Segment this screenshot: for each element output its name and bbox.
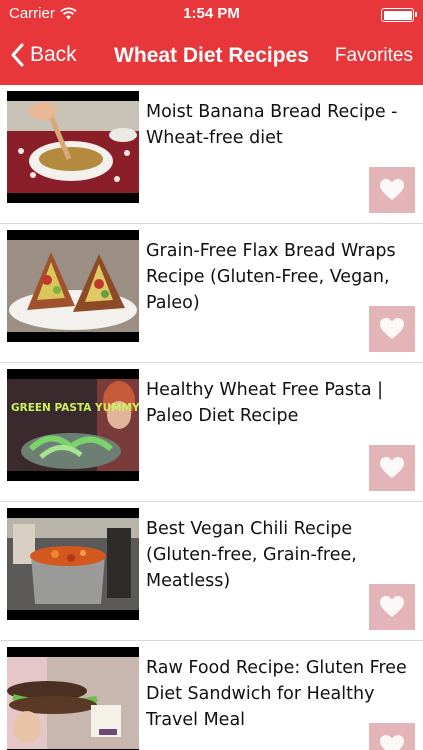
recipe-title: Raw Food Recipe: Gluten Free Diet Sandwi… <box>146 658 407 730</box>
heart-icon <box>380 318 404 339</box>
list-item[interactable]: Moist Banana Bread Recipe - Wheat-free d… <box>0 85 423 224</box>
back-label: Back <box>30 43 77 66</box>
chevron-left-icon <box>11 43 24 67</box>
green-pasta-image: GREEN PASTA YUMMY! <box>7 379 139 471</box>
recipe-thumbnail <box>7 508 139 620</box>
list-item[interactable]: GREEN PASTA YUMMY! Healthy Wheat Free Pa… <box>0 363 423 502</box>
recipe-thumbnail <box>7 647 139 750</box>
heart-icon <box>380 457 404 478</box>
status-bar: Carrier 1:54 PM <box>0 0 423 29</box>
favorites-button[interactable]: Favorites <box>335 45 413 67</box>
recipe-title: Healthy Wheat Free Pasta | Paleo Diet Re… <box>146 380 384 426</box>
recipe-thumbnail <box>7 91 139 203</box>
flax-wrap-image <box>7 240 139 332</box>
list-item[interactable]: Raw Food Recipe: Gluten Free Diet Sandwi… <box>0 641 423 750</box>
list-item[interactable]: Best Vegan Chili Recipe (Gluten-free, Gr… <box>0 502 423 641</box>
banana-bread-image <box>7 101 139 193</box>
recipe-thumbnail: GREEN PASTA YUMMY! <box>7 369 139 481</box>
favorite-button[interactable] <box>369 306 415 352</box>
heart-icon <box>380 179 404 200</box>
recipe-list[interactable]: Moist Banana Bread Recipe - Wheat-free d… <box>0 85 423 750</box>
thumb-text: GREEN PASTA YUMMY! <box>11 402 139 414</box>
heart-icon <box>380 596 404 617</box>
vegan-chili-image <box>7 518 139 610</box>
heart-icon <box>380 735 404 750</box>
favorite-button[interactable] <box>369 723 415 750</box>
back-button[interactable]: Back <box>10 43 77 67</box>
recipe-title: Grain-Free Flax Bread Wraps Recipe (Glut… <box>146 241 396 313</box>
recipe-title: Best Vegan Chili Recipe (Gluten-free, Gr… <box>146 519 357 591</box>
raw-sandwich-image <box>7 657 139 749</box>
status-time: 1:54 PM <box>183 5 240 22</box>
favorite-button[interactable] <box>369 445 415 491</box>
recipe-thumbnail <box>7 230 139 342</box>
battery-icon <box>381 8 417 22</box>
favorite-button[interactable] <box>369 584 415 630</box>
favorite-button[interactable] <box>369 167 415 213</box>
recipe-title: Moist Banana Bread Recipe - Wheat-free d… <box>146 102 398 148</box>
navigation-bar: Back Wheat Diet Recipes Favorites <box>0 29 423 85</box>
list-item[interactable]: Grain-Free Flax Bread Wraps Recipe (Glut… <box>0 224 423 363</box>
